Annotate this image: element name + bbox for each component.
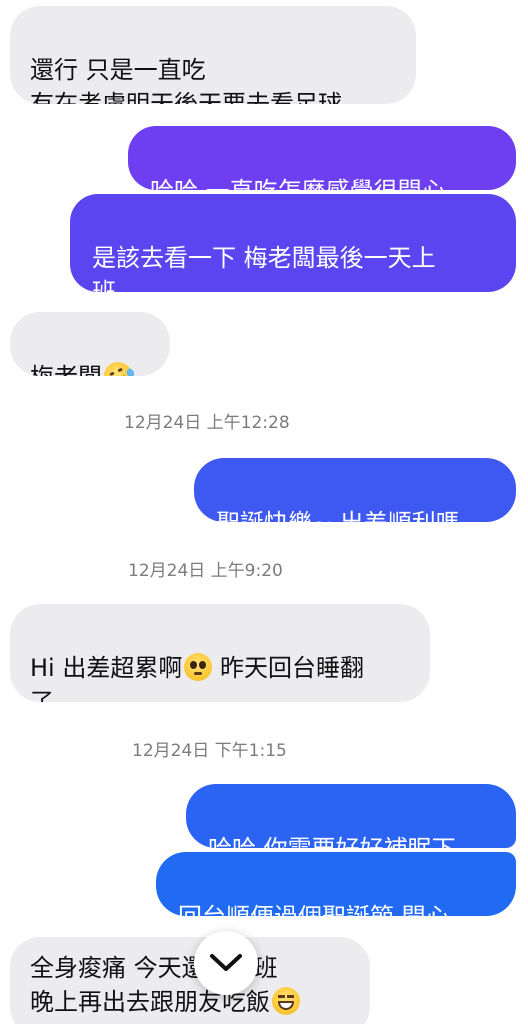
message-bubble-received[interactable]: 還行 只是一直吃 有在考慮明天後天要去看足球: [10, 6, 416, 104]
message-text: 哈哈 一直吃怎麼感覺很開心: [150, 177, 446, 190]
rolling-on-floor-laughing-emoji: [99, 357, 137, 376]
message-bubble-received[interactable]: 梅老闆: [10, 312, 170, 376]
message-bubble-received[interactable]: 全身痠痛 今天還要加班 晚上再出去跟朋友吃飯: [10, 937, 370, 1024]
message-text-line2: 晚上再出去跟朋友吃飯: [30, 985, 350, 1019]
chevron-down-icon: [210, 954, 242, 971]
scroll-to-bottom-button[interactable]: [194, 931, 258, 995]
message-text: 還行 只是一直吃 有在考慮明天後天要去看足球: [30, 56, 342, 104]
chat-thread[interactable]: 還行 只是一直吃 有在考慮明天後天要去看足球 哈哈 一直吃怎麼感覺很開心 是該去…: [0, 0, 528, 1024]
message-text: 全身痠痛 今天還要加班: [30, 954, 278, 982]
message-bubble-sent[interactable]: 回台順便過個聖誕節 開心: [156, 852, 516, 916]
message-text: 回台順便過個聖誕節 開心: [178, 903, 450, 916]
message-text: 梅老闆: [30, 363, 102, 376]
timestamp: 12月24日 上午12:28: [124, 413, 290, 433]
timestamp: 12月24日 上午9:20: [128, 561, 283, 581]
message-bubble-sent[interactable]: 聖誕快樂~ 出差順利嗎: [194, 458, 516, 522]
message-bubble-received[interactable]: Hi 出差超累啊 昨天回台睡翻 了: [10, 604, 430, 702]
pleading-face-emoji: [184, 653, 213, 681]
message-text: Hi 出差超累啊: [30, 654, 183, 682]
message-text: 聖誕快樂~ 出差順利嗎: [216, 509, 460, 522]
message-text: 是該去看一下 梅老闆最後一天上 班: [92, 244, 436, 292]
grinning-squinting-face-emoji: [272, 987, 300, 1015]
message-bubble-sent[interactable]: 是該去看一下 梅老闆最後一天上 班: [70, 194, 516, 292]
message-bubble-sent[interactable]: 哈哈 你需要好好補眠下: [186, 784, 516, 848]
timestamp: 12月24日 下午1:15: [132, 741, 287, 761]
message-bubble-sent[interactable]: 哈哈 一直吃怎麼感覺很開心: [128, 126, 516, 190]
message-text: 哈哈 你需要好好補眠下: [208, 835, 456, 848]
